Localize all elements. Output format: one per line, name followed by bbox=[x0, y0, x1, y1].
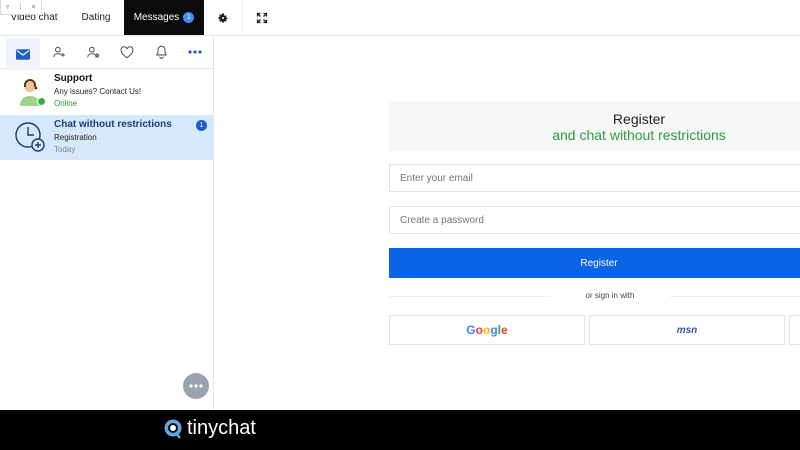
register-header: Register and chat without restrictions bbox=[389, 101, 800, 151]
more-icon bbox=[189, 384, 203, 388]
close-icon[interactable]: × bbox=[27, 4, 40, 11]
google-sign-in-button[interactable]: Google bbox=[389, 315, 585, 345]
chat-timestamp: Today bbox=[54, 145, 76, 154]
sidebar-tabs bbox=[0, 36, 213, 70]
sidebar-tab-add-user[interactable] bbox=[42, 36, 76, 68]
online-status-dot bbox=[37, 97, 46, 106]
fullscreen-icon bbox=[256, 12, 268, 23]
register-button[interactable]: Register bbox=[389, 248, 800, 278]
tab-icon: ⁞ bbox=[19, 3, 22, 11]
conversation-sidebar: Support Any issues? Contact Us! Online C… bbox=[0, 36, 214, 410]
chat-subtitle: Any issues? Contact Us! bbox=[54, 87, 142, 96]
brand-name: tinychat bbox=[187, 417, 256, 439]
sidebar-tab-messages[interactable] bbox=[6, 36, 40, 70]
google-logo: Google bbox=[466, 323, 508, 337]
fullscreen-button[interactable] bbox=[242, 0, 281, 35]
envelope-icon bbox=[16, 48, 30, 60]
gear-icon bbox=[218, 13, 228, 22]
tab-label: Messages bbox=[133, 12, 180, 23]
email-field[interactable] bbox=[389, 164, 800, 192]
settings-button[interactable] bbox=[204, 0, 242, 35]
sidebar-tab-favorites[interactable] bbox=[110, 36, 144, 68]
bell-icon bbox=[155, 45, 167, 59]
messages-count-badge: 1 bbox=[183, 12, 195, 23]
heart-icon bbox=[120, 45, 134, 58]
password-field[interactable] bbox=[389, 206, 800, 234]
unread-badge: 1 bbox=[196, 120, 207, 131]
chat-title: Support bbox=[54, 73, 93, 84]
tab-messages[interactable]: Messages 1 bbox=[124, 0, 204, 35]
register-title: Register bbox=[612, 111, 666, 127]
chat-item-support[interactable]: Support Any issues? Contact Us! Online bbox=[0, 69, 213, 114]
tab-label: Dating bbox=[81, 12, 111, 23]
sidebar-tab-followers[interactable] bbox=[76, 36, 110, 68]
msn-sign-in-button[interactable]: msn bbox=[589, 315, 785, 345]
tinychat-logo: tinychat bbox=[163, 417, 256, 440]
sidebar-tab-more[interactable] bbox=[178, 36, 212, 68]
sidebar-tab-notifications[interactable] bbox=[144, 36, 178, 68]
tab-icon: ▿ bbox=[5, 4, 10, 11]
msn-logo: msn bbox=[676, 324, 698, 336]
clock-add-icon bbox=[15, 122, 45, 152]
chat-title: Chat without restrictions bbox=[54, 119, 172, 130]
add-user-icon bbox=[53, 46, 65, 58]
register-button-label: Register bbox=[580, 257, 618, 269]
browser-mini-tabs: ▿ ⁞ × bbox=[0, 0, 42, 15]
top-nav: Video chat Dating Messages 1 ▿ ⁞ × bbox=[0, 0, 800, 36]
chat-item-registration[interactable]: Chat without restrictions Registration T… bbox=[0, 115, 213, 160]
chat-status: Online bbox=[54, 99, 78, 108]
more-options-button[interactable] bbox=[183, 373, 209, 399]
extra-sign-in-button[interactable] bbox=[789, 315, 800, 345]
or-sign-in-text: or sign in with bbox=[550, 291, 670, 300]
register-subtitle: and chat without restrictions bbox=[552, 127, 726, 143]
tab-dating[interactable]: Dating bbox=[68, 0, 124, 35]
chat-subtitle: Registration bbox=[54, 133, 97, 142]
tinychat-logo-icon bbox=[164, 419, 182, 439]
more-icon bbox=[188, 50, 202, 54]
user-star-icon bbox=[87, 46, 100, 59]
brand-bar: tinychat bbox=[0, 410, 800, 450]
